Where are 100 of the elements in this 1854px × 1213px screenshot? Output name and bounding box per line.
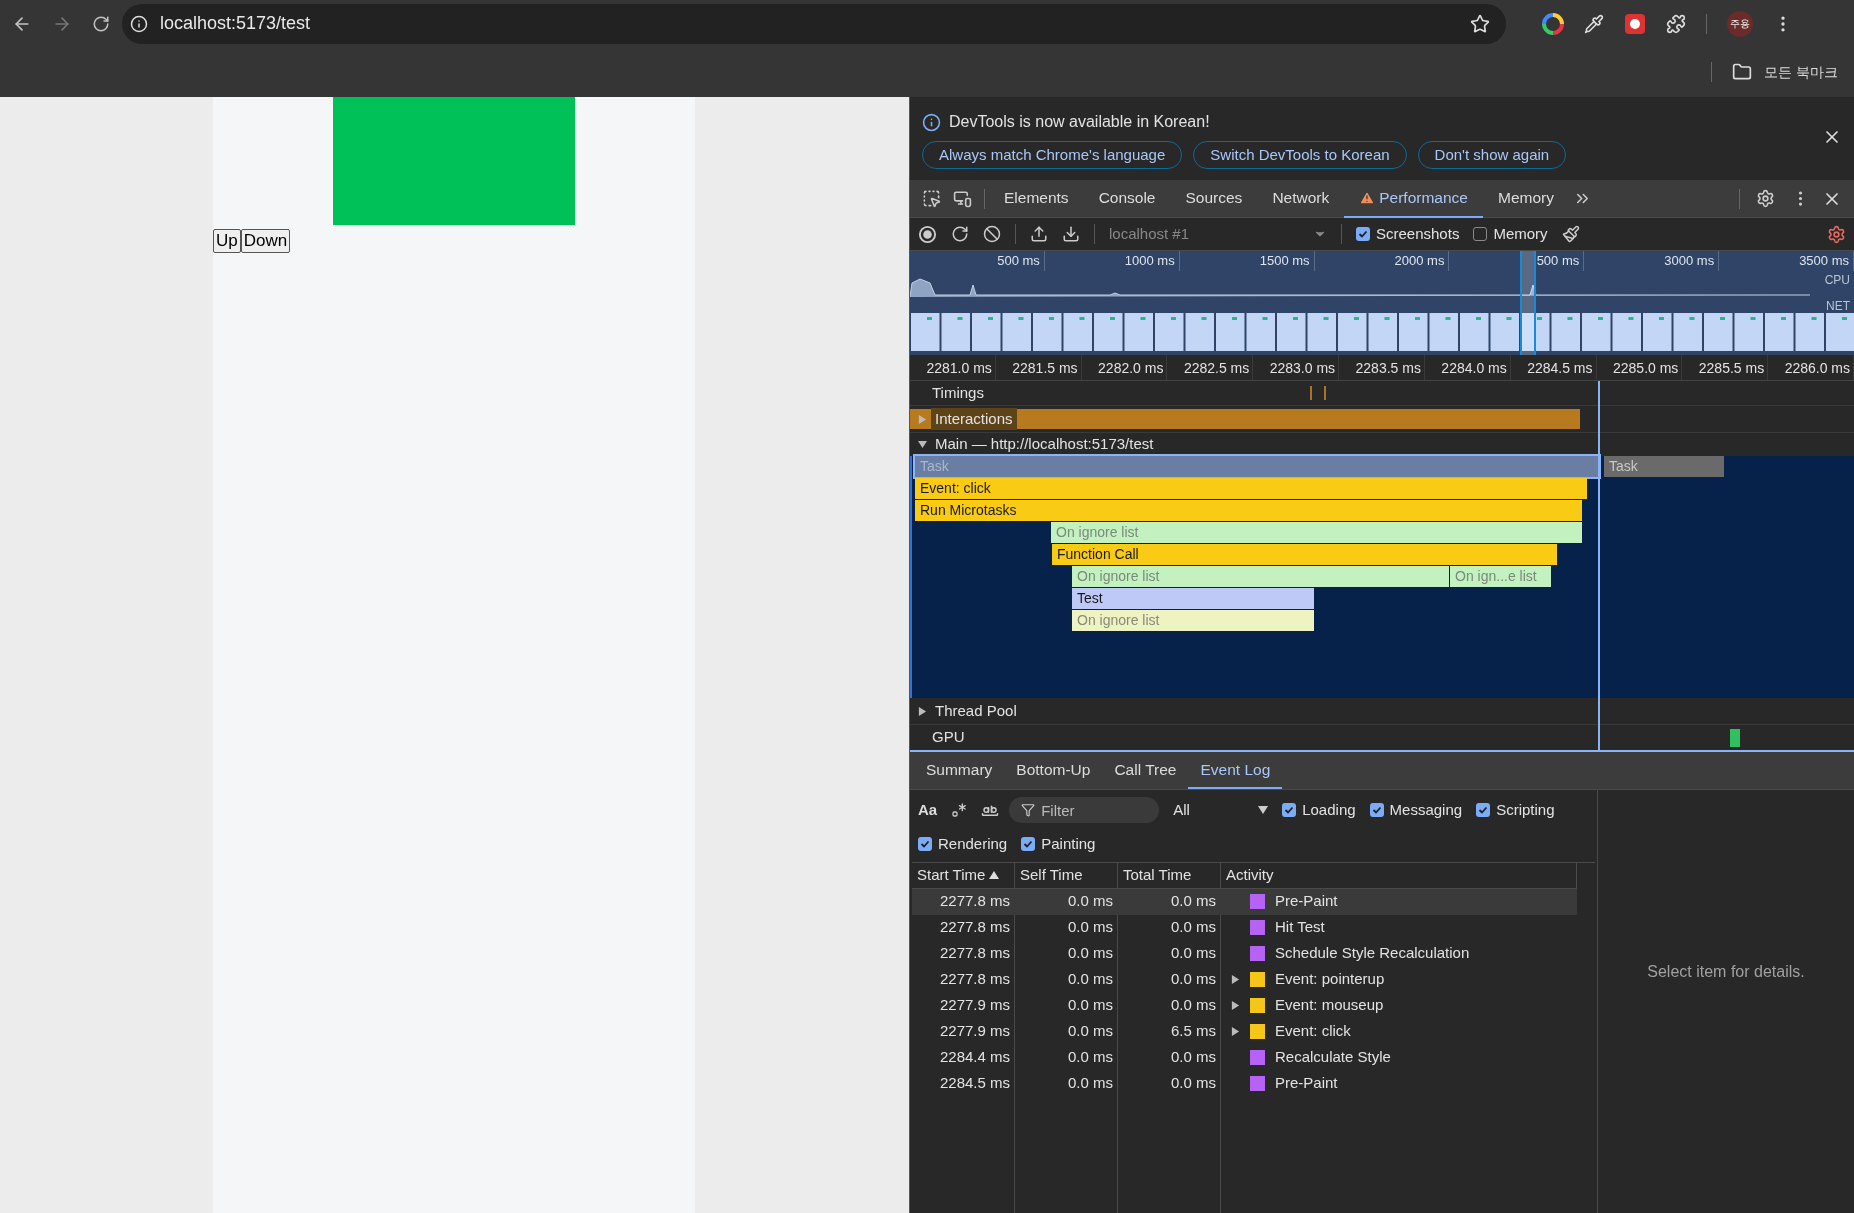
ruler-tick-label: 2285.5 ms <box>1682 355 1769 380</box>
checkbox-label: Messaging <box>1389 799 1463 820</box>
checkbox[interactable] <box>1369 803 1384 817</box>
all-bookmarks-link[interactable]: 모든 북마크 <box>1764 61 1838 83</box>
capture-settings-icon[interactable] <box>1827 224 1846 244</box>
panel-tab[interactable]: Memory <box>1482 179 1569 218</box>
table-row[interactable]: 2284.4 ms 0.0 ms 0.0 ms Recalculate Style <box>912 1044 1577 1071</box>
ruler-tick-label: 2282.5 ms <box>1167 355 1254 380</box>
panel-tab[interactable]: Console <box>1083 179 1171 218</box>
settings-icon[interactable] <box>1756 189 1775 208</box>
table-cell-text: 2277.8 ms <box>938 891 1011 912</box>
checkbox[interactable] <box>1473 227 1488 241</box>
record-icon[interactable] <box>918 224 937 244</box>
recording-select[interactable]: localhost #1 <box>1109 222 1327 246</box>
panel-tab[interactable]: Elements <box>989 179 1084 218</box>
expand-triangle-icon[interactable] <box>1231 975 1240 984</box>
table-cell-text: 0.0 ms <box>1067 995 1114 1016</box>
overview-tick-label: 1500 ms <box>1179 251 1315 271</box>
expand-triangle-icon[interactable] <box>918 706 927 716</box>
panel-tab[interactable]: Sources <box>1170 179 1258 218</box>
column-header[interactable]: Self Time <box>1015 862 1118 888</box>
download-icon[interactable] <box>1062 225 1080 243</box>
checkbox[interactable] <box>1282 803 1297 817</box>
table-cell-text: 0.0 ms <box>1170 1073 1217 1094</box>
overview-tick-label: 500 ms <box>910 251 1045 271</box>
table-cell-text: 0.0 ms <box>1067 891 1114 912</box>
regex-icon[interactable] <box>951 802 968 818</box>
filter-icon <box>1021 803 1036 817</box>
ruler-tick-label: 2285.0 ms <box>1596 355 1683 380</box>
reload-icon[interactable] <box>92 14 110 33</box>
expand-triangle-icon[interactable] <box>1231 1001 1240 1010</box>
table-cell-text: 0.0 ms <box>1067 943 1114 964</box>
table-row[interactable]: 2277.9 ms 0.0 ms 6.5 ms Event: click <box>912 1018 1577 1045</box>
selection-window[interactable] <box>1520 251 1536 355</box>
url-text: localhost:5173/test <box>160 12 312 35</box>
site-info-icon[interactable] <box>130 14 148 33</box>
details-tab[interactable]: Bottom-Up <box>1004 753 1103 789</box>
checkbox-label: Screenshots <box>1376 223 1460 244</box>
column-header[interactable]: Total Time <box>1118 862 1221 888</box>
color-wheel-icon[interactable] <box>1542 12 1564 35</box>
table-cell-text: Pre-Paint <box>1275 1073 1338 1094</box>
track-label: Main — http://localhost:5173/test <box>935 434 1154 455</box>
checkbox[interactable] <box>1021 837 1036 852</box>
info-icon <box>922 112 941 132</box>
expand-triangle-icon[interactable] <box>1231 1027 1240 1036</box>
table-cell-text: Event: pointerup <box>1275 969 1385 990</box>
bookmark-star-icon[interactable] <box>1470 13 1490 34</box>
clear-icon[interactable] <box>983 225 1001 243</box>
column-header[interactable]: Start Time <box>912 862 1015 888</box>
checkmark-icon <box>1284 805 1295 815</box>
extension-icon[interactable] <box>1624 12 1646 35</box>
table-cell-text: Pre-Paint <box>1275 891 1338 912</box>
filter-field[interactable]: Filter <box>1009 797 1160 823</box>
interactions-bar[interactable]: Interactions <box>910 409 1580 429</box>
checkbox[interactable] <box>1476 803 1491 817</box>
level-select[interactable]: All <box>1173 798 1269 822</box>
details-tab[interactable]: Event Log <box>1188 753 1283 789</box>
overview-tick-label: 500 ms <box>1449 251 1585 271</box>
upload-icon[interactable] <box>1030 225 1048 243</box>
brush-icon[interactable] <box>1561 225 1580 243</box>
table-cell-text: Event: click <box>1275 1021 1351 1042</box>
checkmark-icon <box>1358 229 1368 239</box>
table-row[interactable]: 2277.8 ms 0.0 ms 0.0 ms Schedule Style Recalculation <box>912 940 1577 967</box>
table-row[interactable]: 2277.8 ms 0.0 ms 0.0 ms Event: pointerup <box>912 966 1577 993</box>
notice-message: DevTools is now available in Korean! <box>949 112 1210 132</box>
flame-bar[interactable]: Run Microtasks <box>915 500 1582 521</box>
column-header[interactable]: Activity <box>1221 862 1577 888</box>
ruler-tick-label: 2281.0 ms <box>910 355 996 380</box>
table-cell-text: Schedule Style Recalculation <box>1275 943 1470 964</box>
details-tab[interactable]: Summary <box>914 753 1005 789</box>
table-cell-text: 2277.9 ms <box>938 995 1011 1016</box>
panel-tab[interactable]: Performance <box>1344 179 1483 218</box>
flame-bar[interactable]: Event: click <box>915 478 1587 499</box>
address-bar[interactable]: localhost:5173/test <box>122 3 1506 44</box>
lane-label: NET <box>1826 299 1850 313</box>
table-row[interactable]: 2284.5 ms 0.0 ms 0.0 ms Pre-Paint <box>912 1070 1577 1097</box>
table-row[interactable]: 2277.8 ms 0.0 ms 0.0 ms Hit Test <box>912 914 1577 941</box>
profile-avatar[interactable]: 주용 <box>1727 10 1753 37</box>
reload-record-icon[interactable] <box>951 225 969 243</box>
details-tab[interactable]: Call Tree <box>1102 753 1189 789</box>
page-button[interactable]: Up <box>213 229 241 253</box>
dropdown-caret-icon <box>1258 806 1269 814</box>
checkbox-label: Loading <box>1302 799 1356 820</box>
panel-tab[interactable]: Network <box>1257 179 1345 218</box>
device-toolbar-icon[interactable] <box>953 189 972 208</box>
inspect-icon[interactable] <box>922 189 941 208</box>
page-button[interactable]: Down <box>240 229 291 253</box>
table-row[interactable]: 2277.9 ms 0.0 ms 0.0 ms Event: mouseup <box>912 992 1577 1019</box>
checkmark-icon <box>920 839 930 850</box>
match-case-toggle[interactable]: Aa <box>918 798 938 822</box>
extensions-icon[interactable] <box>1666 13 1686 34</box>
expand-triangle-icon[interactable] <box>918 440 927 449</box>
checkbox[interactable] <box>1356 227 1370 241</box>
checkbox[interactable] <box>918 837 932 852</box>
flame-bar[interactable]: Function Call <box>1052 544 1557 565</box>
timeline-overview[interactable]: 500 ms 1000 ms 1500 ms 2000 ms 500 ms 3000 ms 3500 ms CPU NET <box>910 251 1854 355</box>
table-cell-text: Hit Test <box>1275 917 1325 938</box>
flame-bar[interactable]: Test <box>1072 588 1314 609</box>
table-row[interactable]: 2277.8 ms 0.0 ms 0.0 ms Pre-Paint <box>912 888 1577 915</box>
eyedropper-icon[interactable] <box>1584 13 1604 34</box>
